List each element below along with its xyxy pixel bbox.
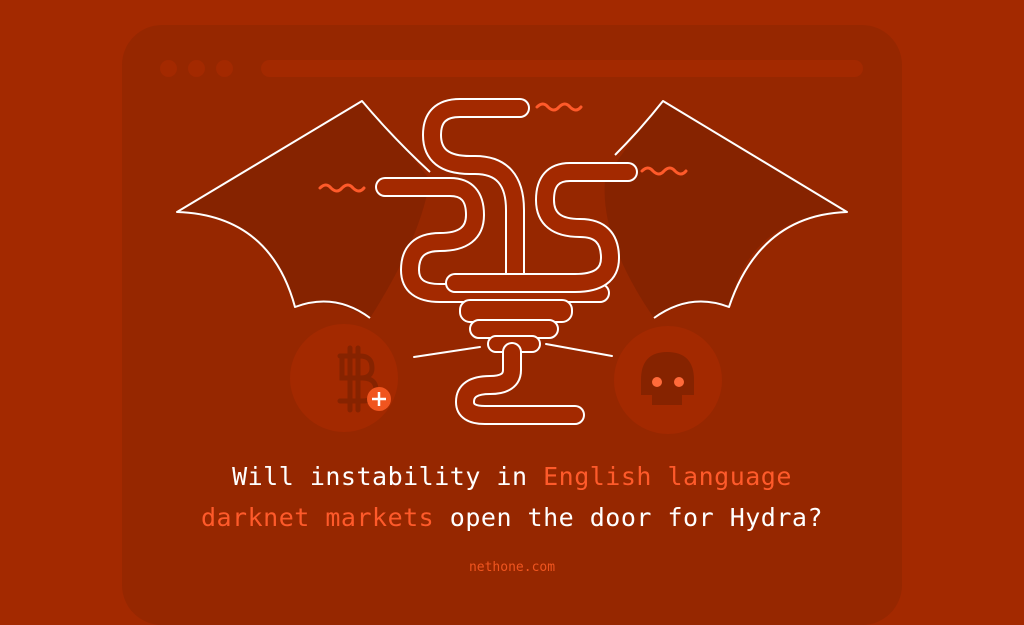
site-link[interactable]: nethone.com — [0, 560, 1024, 575]
ray-left — [413, 346, 481, 358]
coil-1 — [459, 299, 573, 323]
right-wing — [604, 101, 847, 318]
headline-line-1: Will instability in English language — [0, 462, 1024, 491]
headline-text: Will instability in — [232, 462, 544, 491]
headline-text: open the door for Hydra? — [434, 503, 824, 532]
headline-line-2: darknet markets open the door for Hydra? — [0, 503, 1024, 532]
headline-highlight: English language — [543, 462, 792, 491]
ray-right — [545, 343, 613, 357]
squiggle-top — [535, 102, 583, 112]
headline-highlight: darknet markets — [200, 503, 435, 532]
